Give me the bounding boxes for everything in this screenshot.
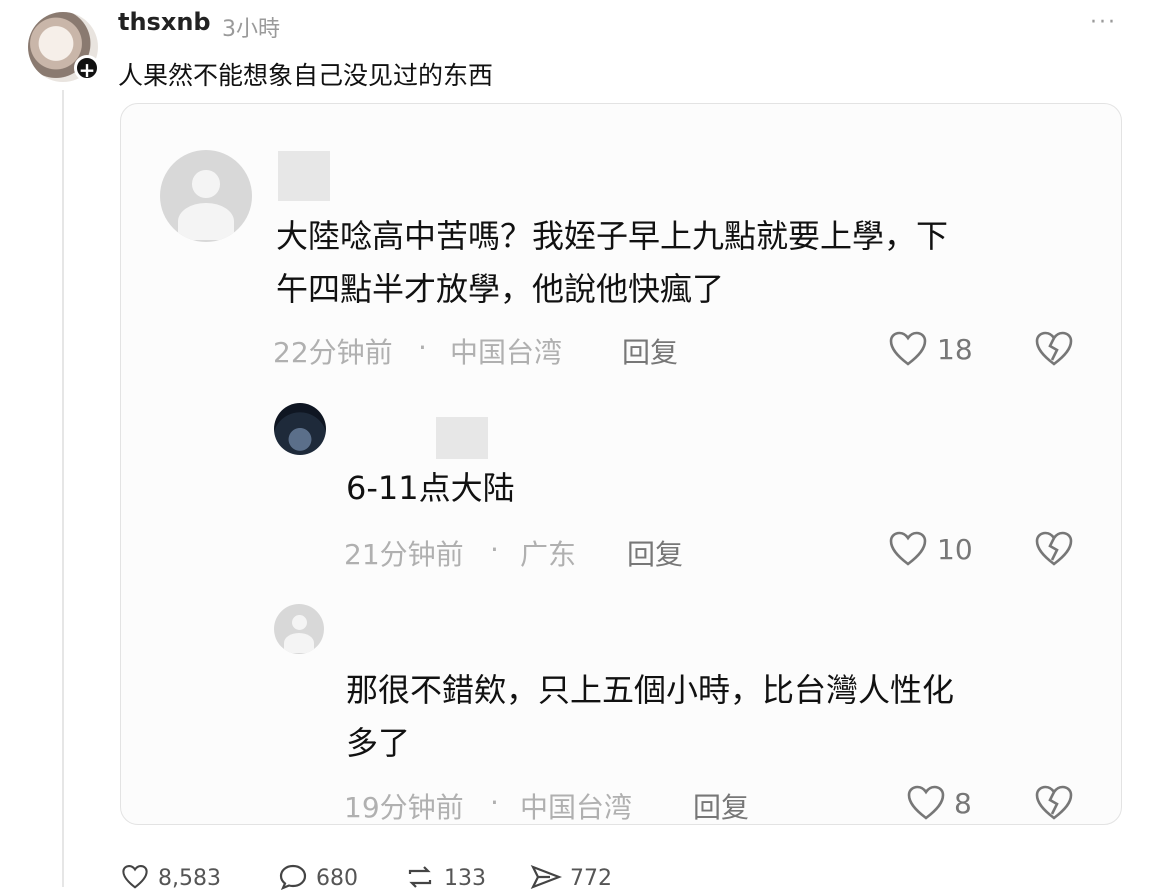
heart-icon[interactable]	[888, 330, 928, 368]
commenter-avatar	[160, 150, 252, 242]
follow-button[interactable]: +	[74, 55, 100, 82]
comment-time: 22分钟前	[273, 336, 393, 369]
post-timestamp: 3小時	[222, 17, 280, 42]
thread-line	[62, 90, 64, 887]
comment-count: 680	[316, 866, 358, 891]
heart-icon[interactable]	[906, 784, 946, 822]
commenter-avatar	[274, 403, 326, 455]
reply-button[interactable]: 回复	[627, 533, 683, 573]
share-icon[interactable]	[530, 864, 562, 890]
like-count: 18	[937, 333, 973, 366]
reply-button[interactable]: 回复	[693, 786, 749, 826]
comment-text-line: 6-11点大陆	[346, 469, 515, 507]
dislike-heart-icon[interactable]	[1034, 330, 1074, 368]
dislike-heart-icon[interactable]	[1034, 530, 1074, 568]
more-icon[interactable]: ···	[1090, 10, 1117, 35]
comment-location: 广东	[520, 538, 577, 571]
heart-icon[interactable]	[120, 864, 150, 890]
meta-separator: ·	[490, 786, 499, 819]
comment-text-line: 那很不錯欸，只上五個小時，比台灣人性化	[346, 671, 955, 709]
like-count: 10	[937, 533, 973, 566]
comment-icon[interactable]	[278, 864, 308, 890]
comment-text-line: 多了	[346, 724, 411, 762]
dislike-heart-icon[interactable]	[1034, 784, 1074, 822]
commenter-avatar	[274, 604, 324, 654]
like-count: 8,583	[158, 866, 221, 891]
repost-count: 133	[444, 866, 486, 891]
meta-separator: ·	[490, 533, 499, 566]
reply-button[interactable]: 回复	[622, 331, 678, 371]
commenter-name-redacted	[278, 151, 330, 201]
post-text: 人果然不能想象自己没见过的东西	[118, 61, 494, 90]
commenter-name-redacted	[436, 417, 488, 459]
meta-separator: ·	[418, 331, 427, 364]
comment-location: 中国台湾	[450, 336, 563, 369]
comment-text-line: 午四點半才放學，他說他快瘋了	[276, 270, 725, 308]
comment-text-line: 大陸唸高中苦嗎？我姪子早上九點就要上學，下	[276, 217, 949, 255]
share-count: 772	[570, 866, 612, 891]
repost-icon[interactable]	[404, 864, 436, 890]
comment-time: 21分钟前	[344, 538, 464, 571]
like-count: 8	[954, 787, 972, 820]
comment-location: 中国台湾	[520, 791, 633, 824]
heart-icon[interactable]	[888, 530, 928, 568]
author-username[interactable]: thsxnb	[118, 8, 211, 36]
comment-time: 19分钟前	[344, 791, 464, 824]
